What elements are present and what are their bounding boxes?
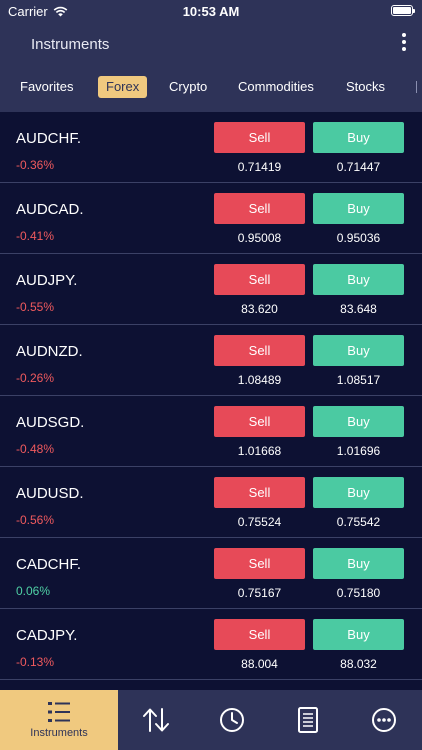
buy-button[interactable]: Buy bbox=[313, 477, 404, 508]
instrument-row[interactable]: CADCHF. 0.06% Sell Buy 0.75167 0.75180 bbox=[0, 538, 422, 609]
tab-forex[interactable]: Forex bbox=[98, 76, 148, 98]
ask-price: 83.648 bbox=[340, 302, 377, 316]
instrument-change: -0.26% bbox=[16, 371, 55, 385]
instrument-row[interactable]: AUDJPY. -0.55% Sell Buy 83.620 83.648 bbox=[0, 254, 422, 325]
sell-button[interactable]: Sell bbox=[214, 548, 305, 579]
list-icon bbox=[48, 702, 70, 722]
ask-price: 0.95036 bbox=[336, 231, 381, 245]
instrument-symbol: AUDJPY. bbox=[16, 272, 78, 289]
instrument-change: -0.41% bbox=[16, 229, 55, 243]
buy-button[interactable]: Buy bbox=[313, 406, 404, 437]
buy-button[interactable]: Buy bbox=[313, 619, 404, 650]
buy-button[interactable]: Buy bbox=[313, 193, 404, 224]
instrument-change: 0.06% bbox=[16, 584, 51, 598]
document-icon bbox=[298, 707, 318, 733]
nav-instruments[interactable]: Instruments bbox=[0, 690, 118, 750]
instrument-row[interactable]: AUDSGD. -0.48% Sell Buy 1.01668 1.01696 bbox=[0, 396, 422, 467]
more-vertical-icon[interactable] bbox=[400, 33, 408, 51]
instrument-symbol: AUDUSD. bbox=[16, 485, 84, 502]
buy-button[interactable]: Buy bbox=[313, 548, 404, 579]
bid-price: 0.71419 bbox=[237, 160, 282, 174]
nav-label-instruments: Instruments bbox=[30, 727, 88, 739]
up-down-arrows-icon bbox=[143, 708, 169, 732]
instrument-row[interactable]: AUDCAD. -0.41% Sell Buy 0.95008 0.95036 bbox=[0, 183, 422, 254]
app-header: Carrier 10:53 AM Instruments Favorites F… bbox=[0, 0, 422, 112]
ask-price: 1.01696 bbox=[336, 444, 381, 458]
status-bar: Carrier 10:53 AM bbox=[0, 0, 422, 22]
nav-more[interactable] bbox=[346, 690, 422, 750]
buy-button[interactable]: Buy bbox=[313, 122, 404, 153]
instrument-list[interactable]: AUDCHF. -0.36% Sell Buy 0.71419 0.71447 … bbox=[0, 112, 422, 690]
instrument-symbol: AUDSGD. bbox=[16, 414, 85, 431]
instrument-change: -0.55% bbox=[16, 300, 55, 314]
buy-button[interactable]: Buy bbox=[313, 264, 404, 295]
instrument-change: -0.56% bbox=[16, 513, 55, 527]
status-time: 10:53 AM bbox=[182, 4, 240, 19]
sell-button[interactable]: Sell bbox=[214, 619, 305, 650]
bid-price: 0.75524 bbox=[237, 515, 282, 529]
bid-price: 83.620 bbox=[241, 302, 278, 316]
nav-trades[interactable] bbox=[118, 690, 194, 750]
instrument-row[interactable]: AUDUSD. -0.56% Sell Buy 0.75524 0.75542 bbox=[0, 467, 422, 538]
battery-icon bbox=[391, 5, 415, 16]
instrument-change: -0.48% bbox=[16, 442, 55, 456]
instrument-row[interactable] bbox=[0, 680, 422, 690]
buy-button[interactable]: Buy bbox=[313, 335, 404, 366]
instrument-symbol: AUDCAD. bbox=[16, 201, 84, 218]
bid-price: 88.004 bbox=[241, 657, 278, 671]
more-horizontal-icon bbox=[372, 708, 396, 732]
bid-price: 1.08489 bbox=[237, 373, 282, 387]
sell-button[interactable]: Sell bbox=[214, 122, 305, 153]
tab-crypto[interactable]: Crypto bbox=[169, 76, 207, 98]
instrument-row[interactable]: CADJPY. -0.13% Sell Buy 88.004 88.032 bbox=[0, 609, 422, 680]
tab-divider bbox=[416, 81, 417, 93]
ask-price: 1.08517 bbox=[336, 373, 381, 387]
instrument-symbol: AUDCHF. bbox=[16, 130, 82, 147]
tab-commodities[interactable]: Commodities bbox=[238, 76, 314, 98]
bid-price: 0.95008 bbox=[237, 231, 282, 245]
sell-button[interactable]: Sell bbox=[214, 406, 305, 437]
sell-button[interactable]: Sell bbox=[214, 193, 305, 224]
page-title: Instruments bbox=[31, 36, 110, 53]
nav-history[interactable] bbox=[194, 690, 270, 750]
sell-button[interactable]: Sell bbox=[214, 335, 305, 366]
bottom-nav: Instruments bbox=[0, 690, 422, 750]
ask-price: 88.032 bbox=[340, 657, 377, 671]
instrument-change: -0.36% bbox=[16, 158, 55, 172]
instrument-symbol: CADJPY. bbox=[16, 627, 78, 644]
instrument-row[interactable]: AUDNZD. -0.26% Sell Buy 1.08489 1.08517 bbox=[0, 325, 422, 396]
bid-price: 1.01668 bbox=[237, 444, 282, 458]
ask-price: 0.75180 bbox=[336, 586, 381, 600]
nav-reports[interactable] bbox=[270, 690, 346, 750]
ask-price: 0.75542 bbox=[336, 515, 381, 529]
instrument-row[interactable]: AUDCHF. -0.36% Sell Buy 0.71419 0.71447 bbox=[0, 112, 422, 183]
clock-icon bbox=[220, 708, 244, 732]
instrument-symbol: CADCHF. bbox=[16, 556, 82, 573]
instrument-change: -0.13% bbox=[16, 655, 55, 669]
tab-favorites[interactable]: Favorites bbox=[20, 76, 73, 98]
tab-stocks[interactable]: Stocks bbox=[346, 76, 385, 98]
category-tabs: Favorites Forex Crypto Commodities Stock… bbox=[0, 76, 422, 98]
instrument-symbol: AUDNZD. bbox=[16, 343, 83, 360]
sell-button[interactable]: Sell bbox=[214, 264, 305, 295]
ask-price: 0.71447 bbox=[336, 160, 381, 174]
bid-price: 0.75167 bbox=[237, 586, 282, 600]
sell-button[interactable]: Sell bbox=[214, 477, 305, 508]
